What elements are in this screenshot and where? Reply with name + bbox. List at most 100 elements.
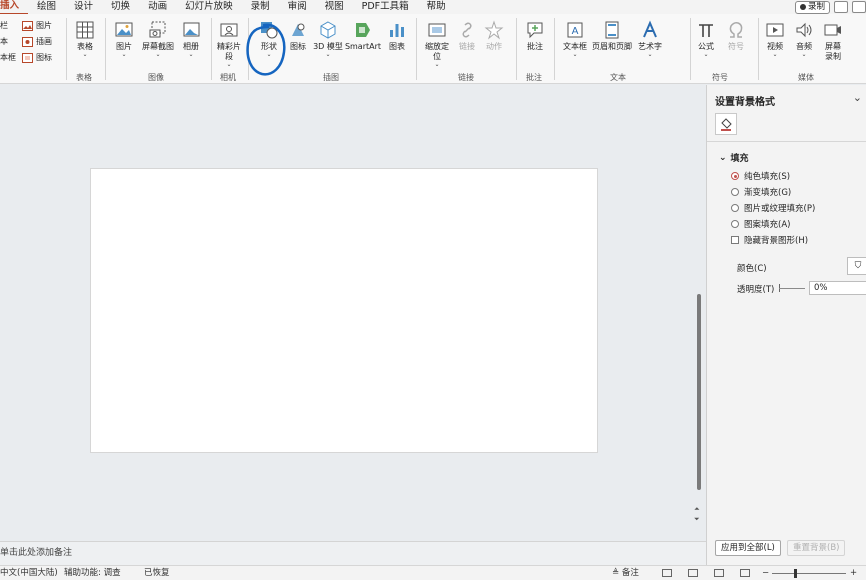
status-bar: 中文(中国大陆) 辅助功能: 调查 已恢复 ≜ 备注 − + bbox=[0, 565, 866, 580]
picture-fill-option[interactable]: 图片或纹理填充(P) bbox=[731, 202, 815, 214]
tab-animations[interactable]: 动画 bbox=[139, 0, 176, 14]
link-button[interactable]: 链接 bbox=[456, 20, 478, 52]
3d-model-button[interactable]: 3D 模型 ⌄ bbox=[313, 20, 343, 58]
hide-background-checkbox[interactable] bbox=[731, 236, 739, 244]
pattern-fill-label: 图案填充(A) bbox=[744, 220, 791, 230]
separator bbox=[211, 18, 212, 80]
tab-slideshow[interactable]: 幻灯片放映 bbox=[176, 0, 242, 14]
next-slide-icon[interactable]: ⏷ bbox=[694, 515, 700, 523]
action-button[interactable]: 动作 bbox=[482, 20, 506, 52]
transparency-slider[interactable] bbox=[779, 288, 805, 289]
ribbon-partial-3[interactable]: 本框 bbox=[0, 52, 16, 63]
ribbon-illustration-small[interactable]: 插画 bbox=[22, 36, 52, 47]
fill-tab[interactable] bbox=[715, 113, 737, 135]
gradient-fill-option[interactable]: 渐变填充(G) bbox=[731, 186, 791, 198]
group-links-label: 链接 bbox=[458, 73, 474, 82]
record-button[interactable]: 录制 bbox=[794, 0, 830, 14]
photo-album-icon bbox=[183, 22, 200, 37]
wordart-button[interactable]: 艺术字 ⌄ bbox=[636, 20, 664, 58]
slideshow-view-icon[interactable] bbox=[740, 569, 750, 577]
zoom-in-icon[interactable]: + bbox=[850, 566, 857, 580]
chart-button[interactable]: 图表 bbox=[385, 20, 409, 52]
color-picker-button[interactable]: ⛉ bbox=[847, 257, 866, 275]
pane-collapse-icon[interactable]: ⌄ bbox=[853, 91, 862, 104]
slide-sorter-icon[interactable] bbox=[688, 569, 698, 577]
header-footer-label: 页眉和页脚 bbox=[592, 42, 632, 51]
picture-icon bbox=[115, 22, 133, 37]
fill-section-header[interactable]: ⌄ 填充 bbox=[719, 151, 749, 165]
notes-area[interactable]: 单击此处添加备注 bbox=[0, 541, 706, 565]
ribbon-partial-3-label: 本框 bbox=[0, 53, 16, 62]
picture-fill-label: 图片或纹理填充(P) bbox=[744, 204, 816, 214]
radio-pattern-fill[interactable] bbox=[731, 220, 739, 228]
comment-icon bbox=[527, 22, 543, 39]
radio-gradient-fill[interactable] bbox=[731, 188, 739, 196]
zoom-slider[interactable] bbox=[772, 573, 846, 574]
tab-transitions[interactable]: 切换 bbox=[102, 0, 139, 14]
zoom-button[interactable]: 缩放定位 ⌄ bbox=[422, 20, 452, 68]
comments-icon[interactable] bbox=[834, 1, 848, 13]
color-label: 颜色(C) bbox=[737, 264, 767, 274]
tab-help[interactable]: 帮助 bbox=[418, 0, 455, 14]
language-status[interactable]: 中文(中国大陆) bbox=[0, 566, 58, 580]
gradient-fill-label: 渐变填充(G) bbox=[744, 188, 792, 198]
vertical-scrollbar[interactable] bbox=[693, 92, 703, 532]
cameo-label: 精彩片段 bbox=[217, 42, 241, 61]
ribbon-picture-small[interactable]: 图片 bbox=[22, 20, 52, 31]
slide-canvas[interactable] bbox=[90, 168, 598, 453]
pattern-fill-option[interactable]: 图案填充(A) bbox=[731, 218, 790, 230]
cameo-button[interactable]: 精彩片段 ⌄ bbox=[214, 20, 244, 68]
zoom-icon bbox=[428, 23, 446, 37]
picture-button[interactable]: 图片 ⌄ bbox=[110, 20, 138, 58]
radio-picture-fill[interactable] bbox=[731, 204, 739, 212]
audio-button[interactable]: 音频 ⌄ bbox=[791, 20, 817, 58]
header-footer-button[interactable]: 页眉和页脚 bbox=[590, 20, 634, 52]
screen-recording-button[interactable]: 屏幕录制 bbox=[820, 20, 846, 62]
3d-model-label: 3D 模型 bbox=[313, 42, 343, 51]
separator bbox=[416, 18, 417, 80]
hide-background-option[interactable]: 隐藏背景图形(H) bbox=[731, 234, 808, 246]
group-camera-label: 相机 bbox=[220, 73, 236, 82]
apply-to-all-button[interactable]: 应用到全部(L) bbox=[715, 540, 781, 556]
icons-button[interactable]: 图标 bbox=[287, 20, 309, 52]
transparency-input[interactable]: 0% bbox=[809, 281, 866, 295]
smartart-button[interactable]: SmartArt bbox=[344, 20, 382, 52]
table-button[interactable]: 表格 ⌄ bbox=[72, 20, 98, 58]
notes-toggle-button[interactable]: ≜ 备注 bbox=[612, 566, 639, 580]
shapes-button[interactable]: 形状 ⌄ bbox=[254, 20, 284, 58]
prev-slide-icon[interactable]: ⏶ bbox=[694, 505, 700, 513]
ribbon-partial-2[interactable]: 本 bbox=[0, 36, 8, 47]
chevron-down-icon: ⌄ bbox=[188, 51, 194, 58]
accessibility-status[interactable]: 辅助功能: 调查 bbox=[64, 566, 121, 580]
ribbon-icon-small[interactable]: 图标 bbox=[22, 52, 52, 63]
tab-insert[interactable]: 插入 bbox=[0, 0, 29, 15]
textbox-button[interactable]: A 文本框 ⌄ bbox=[560, 20, 590, 58]
scrollbar-thumb[interactable] bbox=[697, 294, 701, 490]
chevron-down-icon: ⌄ bbox=[266, 51, 272, 58]
menu-bar: 插入 绘图 设计 切换 动画 幻灯片放映 录制 审阅 视图 PDF工具箱 帮助 … bbox=[0, 0, 866, 15]
reset-background-button[interactable]: 重置背景(B) bbox=[787, 540, 846, 556]
tab-view[interactable]: 视图 bbox=[316, 0, 353, 14]
chevron-down-icon: ⌄ bbox=[801, 51, 807, 58]
record-label: 录制 bbox=[807, 1, 825, 12]
radio-solid-fill[interactable] bbox=[731, 172, 739, 180]
tab-review[interactable]: 审阅 bbox=[279, 0, 316, 14]
video-button[interactable]: 视频 ⌄ bbox=[762, 20, 788, 58]
ribbon-partial-1[interactable]: 栏 bbox=[0, 20, 8, 31]
separator bbox=[758, 18, 759, 80]
tab-draw[interactable]: 绘图 bbox=[28, 0, 65, 14]
zoom-slider-knob[interactable] bbox=[794, 569, 797, 578]
solid-fill-option[interactable]: 纯色填充(S) bbox=[731, 170, 790, 182]
album-button[interactable]: 相册 ⌄ bbox=[178, 20, 204, 58]
tab-pdf-tools[interactable]: PDF工具箱 bbox=[353, 0, 418, 14]
zoom-out-icon[interactable]: − bbox=[762, 566, 769, 580]
tab-design[interactable]: 设计 bbox=[65, 0, 102, 14]
normal-view-icon[interactable] bbox=[662, 569, 672, 577]
tab-record[interactable]: 录制 bbox=[242, 0, 279, 14]
equation-button[interactable]: 公式 ⌄ bbox=[694, 20, 718, 58]
comment-button[interactable]: 批注 bbox=[522, 20, 548, 52]
screenshot-button[interactable]: 屏幕截图 ⌄ bbox=[140, 20, 176, 58]
symbol-button[interactable]: 符号 bbox=[724, 20, 748, 52]
share-icon[interactable] bbox=[852, 1, 866, 13]
reading-view-icon[interactable] bbox=[714, 569, 724, 577]
